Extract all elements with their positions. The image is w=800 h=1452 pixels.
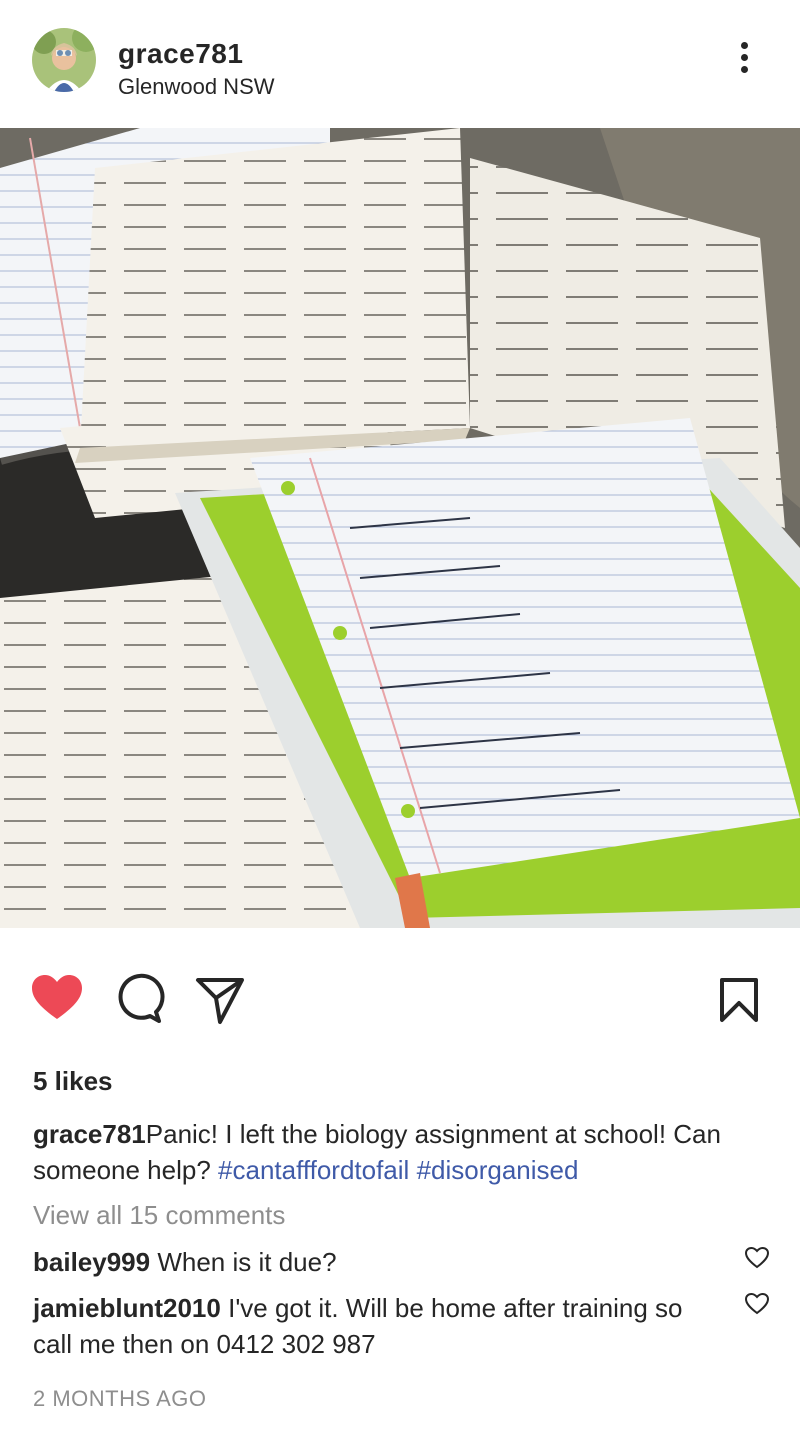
post-caption: grace781Panic! I left the biology assign…: [33, 1116, 763, 1188]
view-all-comments-link[interactable]: View all 15 comments: [33, 1200, 285, 1231]
comment-username[interactable]: bailey999: [33, 1247, 150, 1277]
heart-outline-icon[interactable]: [744, 1246, 770, 1270]
avatar-photo: [32, 28, 96, 92]
more-options-icon[interactable]: [730, 40, 758, 80]
comment-item: jamieblunt2010 I've got it. Will be home…: [33, 1290, 723, 1362]
post-photo[interactable]: [0, 128, 800, 928]
bookmark-icon[interactable]: [712, 970, 766, 1030]
comment-bubble-icon[interactable]: [112, 970, 166, 1030]
heart-filled-icon[interactable]: [30, 970, 84, 1030]
paper-plane-icon[interactable]: [194, 970, 248, 1030]
comment-item: bailey999 When is it due?: [33, 1244, 723, 1280]
post-username[interactable]: grace781: [118, 38, 243, 70]
caption-username[interactable]: grace781: [33, 1119, 146, 1149]
comment-username[interactable]: jamieblunt2010: [33, 1293, 221, 1323]
likes-count[interactable]: 5 likes: [33, 1066, 113, 1097]
hashtag-link[interactable]: #disorganised: [417, 1155, 579, 1185]
post-image: [0, 128, 800, 928]
post-actions-bar: [0, 970, 800, 1030]
hashtag-link[interactable]: #cantafffordtofail: [218, 1155, 409, 1185]
post-header: grace781 Glenwood NSW: [0, 0, 800, 128]
avatar[interactable]: [32, 28, 96, 92]
comment-text: When is it due?: [157, 1247, 337, 1277]
post-location[interactable]: Glenwood NSW: [118, 74, 275, 100]
heart-outline-icon[interactable]: [744, 1292, 770, 1316]
post-timestamp: 2 MONTHS AGO: [33, 1386, 207, 1411]
